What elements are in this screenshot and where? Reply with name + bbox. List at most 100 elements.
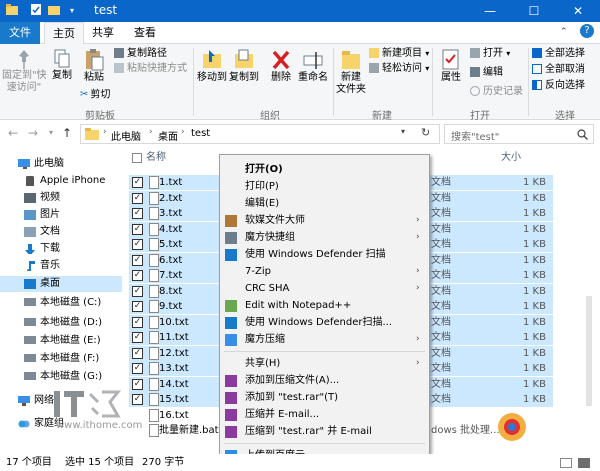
nav-item-pictures[interactable]: 图片 — [0, 207, 122, 223]
pin-quick-access-button[interactable]: 固定到"快 速访问" — [2, 48, 47, 94]
easy-access-button[interactable]: 轻松访问 ▾ — [369, 62, 429, 75]
vertical-scrollbar[interactable] — [585, 296, 593, 446]
row-checkbox[interactable]: ✓ — [132, 208, 143, 219]
nav-item-this-pc[interactable]: 此电脑 — [0, 156, 122, 172]
context-menu-item[interactable]: CRC SHA › — [220, 280, 429, 297]
ribbon-collapse-icon[interactable]: ⌃ — [560, 27, 568, 37]
nav-item-drive-g[interactable]: 本地磁盘 (G:) — [0, 369, 122, 385]
context-menu-item[interactable]: 编辑(E) — [220, 195, 429, 212]
properties-quick-icon[interactable] — [30, 4, 42, 17]
select-none-icon — [532, 64, 542, 74]
column-header-name[interactable]: 名称 — [146, 148, 166, 170]
context-menu-item[interactable]: 魔方快捷组 › — [220, 229, 429, 246]
paste-shortcut-label: 粘贴快捷方式 — [127, 63, 187, 74]
context-menu-item[interactable]: 共享(H) › — [220, 355, 429, 372]
row-checkbox[interactable]: ✓ — [132, 301, 143, 312]
history-button[interactable]: 历史记录 — [470, 85, 523, 98]
new-folder-quick-icon[interactable] — [48, 4, 60, 17]
row-checkbox[interactable]: ✓ — [132, 239, 143, 250]
nav-item-videos[interactable]: 视频 — [0, 190, 122, 206]
select-none-button[interactable]: 全部取消 — [532, 63, 585, 76]
delete-button[interactable]: 删除 — [266, 48, 296, 84]
breadcrumb-test[interactable]: test — [191, 128, 210, 139]
copy-path-button[interactable]: 复制路径 — [114, 47, 167, 60]
invert-selection-button[interactable]: 反向选择 — [532, 79, 585, 92]
forward-arrow-icon[interactable]: → — [26, 126, 40, 140]
minimize-button[interactable]: — — [468, 0, 512, 22]
row-checkbox[interactable]: ✓ — [132, 177, 143, 188]
tab-view[interactable]: 查看 — [128, 22, 162, 44]
row-checkbox[interactable]: ✓ — [132, 254, 143, 266]
nav-item-drive-f[interactable]: 本地磁盘 (F:) — [0, 351, 122, 367]
context-menu-item[interactable]: 使用 Windows Defender扫描... — [220, 314, 429, 331]
context-menu-item[interactable]: 打印(P) — [220, 178, 429, 195]
copy-to-button[interactable]: 复制到 — [229, 48, 259, 84]
up-arrow-icon[interactable]: ↑ — [60, 126, 74, 140]
nav-item-downloads[interactable]: 下载 — [0, 241, 122, 257]
nav-item-drive-c[interactable]: 本地磁盘 (C:) — [0, 295, 122, 311]
breadcrumb-desktop[interactable]: 桌面 — [158, 128, 178, 143]
back-arrow-icon[interactable]: ← — [6, 126, 20, 140]
details-view-icon[interactable] — [560, 458, 572, 468]
row-checkbox[interactable]: ✓ — [132, 270, 143, 281]
quick-access-dropdown-icon[interactable]: ▾ — [66, 4, 78, 17]
context-menu-item[interactable]: 打开(O) — [220, 161, 429, 178]
search-input[interactable]: 搜索"test" — [451, 128, 499, 143]
large-icons-view-icon[interactable] — [578, 458, 590, 468]
breadcrumb-this-pc[interactable]: 此电脑 — [111, 128, 141, 143]
pictures-folder-icon — [24, 210, 36, 220]
rename-button[interactable]: 重命名 — [296, 48, 330, 84]
close-button[interactable]: ✕ — [556, 0, 600, 22]
tab-share[interactable]: 共享 — [86, 22, 120, 44]
nav-item-apple-iphone[interactable]: Apple iPhone — [0, 173, 122, 189]
cut-button[interactable]: ✂ 剪切 — [80, 88, 110, 102]
help-icon[interactable]: ? — [580, 24, 594, 38]
context-menu-item[interactable]: 软媒文件大师 › — [220, 212, 429, 229]
open-button[interactable]: 打开 ▾ — [470, 47, 510, 60]
context-menu-item[interactable]: 压缩到 "test.rar" 并 E-mail — [220, 423, 429, 440]
row-checkbox[interactable]: ✓ — [132, 316, 143, 328]
move-to-button[interactable]: 移动到 — [197, 48, 227, 84]
context-menu-item[interactable]: Edit with Notepad++ — [220, 297, 429, 314]
nav-item-desktop[interactable]: 桌面 — [0, 276, 122, 292]
context-menu-item[interactable]: 魔方压缩 › — [220, 331, 429, 348]
address-bar[interactable]: › 此电脑 › 桌面 › test ▾ ↻ — [80, 124, 440, 144]
context-menu-item[interactable]: 压缩并 E-mail... — [220, 406, 429, 423]
tab-file[interactable]: 文件 — [0, 22, 40, 44]
context-menu-item[interactable]: 使用 Windows Defender 扫描 — [220, 246, 429, 263]
search-box[interactable]: 搜索"test" — [444, 124, 594, 144]
context-menu-item[interactable]: 添加到 "test.rar"(T) — [220, 389, 429, 406]
tab-home[interactable]: 主页 — [44, 22, 84, 45]
nav-item-documents[interactable]: 文档 — [0, 224, 122, 240]
select-all-checkbox-header[interactable] — [131, 148, 143, 170]
address-dropdown-icon[interactable]: ▾ — [401, 127, 405, 136]
nav-item-drive-e[interactable]: 本地磁盘 (E:) — [0, 333, 122, 349]
row-checkbox[interactable]: ✓ — [132, 394, 143, 405]
maximize-button[interactable]: ☐ — [512, 0, 556, 22]
row-checkbox[interactable]: ✓ — [132, 332, 143, 343]
row-checkbox[interactable]: ✓ — [132, 347, 143, 359]
column-header-size[interactable]: 大小 — [501, 148, 521, 170]
recent-locations-icon[interactable]: ▾ — [44, 128, 58, 137]
new-item-button[interactable]: 新建项目 ▾ — [369, 47, 429, 60]
row-checkbox[interactable]: ✓ — [132, 223, 143, 235]
context-menu-item[interactable]: 7-Zip › — [220, 263, 429, 280]
refresh-icon[interactable]: ↻ — [421, 126, 430, 139]
edit-button[interactable]: 编辑 — [470, 66, 503, 79]
context-menu-item[interactable]: 添加到压缩文件(A)... — [220, 372, 429, 389]
properties-button[interactable]: 属性 — [436, 48, 466, 84]
nav-item-music[interactable]: 音乐 — [0, 258, 122, 274]
row-checkbox[interactable]: ✓ — [132, 378, 143, 390]
group-divider — [193, 48, 194, 116]
nav-item-drive-d[interactable]: 本地磁盘 (D:) — [0, 315, 122, 331]
select-all-button[interactable]: 全部选择 — [532, 47, 585, 60]
paste-button[interactable]: 粘贴 — [80, 48, 108, 84]
new-folder-button[interactable]: 新建 文件夹 — [336, 48, 366, 96]
row-checkbox[interactable]: ✓ — [132, 192, 143, 204]
row-checkbox[interactable]: ✓ — [132, 363, 143, 374]
copy-button[interactable]: 复制 — [48, 48, 76, 82]
row-checkbox[interactable]: ✓ — [132, 285, 143, 297]
scrollbar-thumb[interactable] — [586, 296, 592, 406]
paste-shortcut-button[interactable]: 粘贴快捷方式 — [114, 62, 187, 75]
new-folder-label: 新建 文件夹 — [336, 72, 366, 95]
